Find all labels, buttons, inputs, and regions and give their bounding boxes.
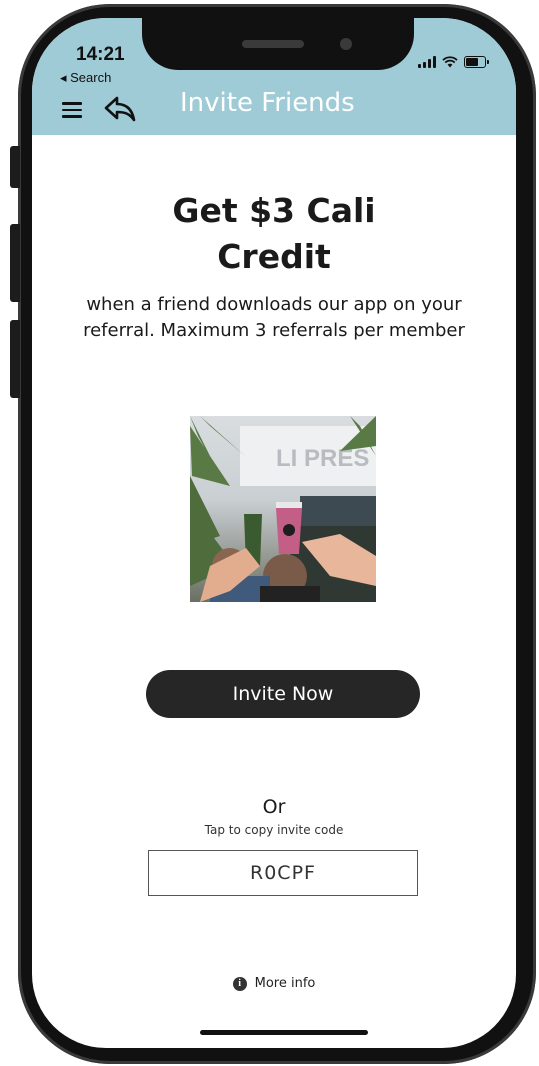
status-icons [418, 56, 489, 68]
home-indicator[interactable] [200, 1030, 368, 1035]
notch [142, 18, 414, 70]
phone-side-button-volume-up [10, 224, 20, 302]
or-divider-text: Or [262, 796, 286, 818]
status-time: 14:21 [76, 44, 125, 65]
promo-headline-line1: Get $3 Cali [172, 191, 376, 230]
speaker-grille [242, 40, 304, 48]
phone-side-button-mute [10, 146, 20, 188]
promo-photo: LI PRES [190, 416, 376, 602]
promo-subtext-line2: referral. Maximum 3 referrals per member [83, 320, 465, 341]
front-camera [340, 38, 352, 50]
wifi-icon [442, 56, 458, 68]
screen: 14:21 ◂ Search Invite Friends Get $3 Cal… [32, 18, 516, 1048]
cellular-signal-icon [418, 56, 436, 68]
copy-code-hint: Tap to copy invite code [204, 823, 344, 837]
back-to-search-link[interactable]: ◂ Search [60, 70, 111, 86]
promo-headline-line2: Credit [217, 237, 331, 276]
info-icon: i [232, 976, 247, 991]
page-title: Invite Friends [180, 88, 355, 118]
invite-now-button[interactable]: Invite Now [146, 670, 420, 718]
more-info-link[interactable]: i More info [32, 976, 516, 991]
hamburger-menu-icon[interactable] [62, 102, 82, 118]
battery-icon [464, 56, 489, 68]
back-arrow-icon[interactable] [102, 94, 138, 126]
promo-subtext-line1: when a friend downloads our app on your [86, 294, 462, 315]
invite-code-box[interactable]: R0CPF [148, 850, 418, 896]
more-info-label: More info [254, 976, 316, 991]
photo-sign-text: LI PRES [276, 445, 369, 472]
phone-side-button-volume-down [10, 320, 20, 398]
promo-subtext: when a friend downloads our app on your … [32, 292, 516, 344]
promo-headline: Get $3 Cali Credit [32, 188, 516, 280]
